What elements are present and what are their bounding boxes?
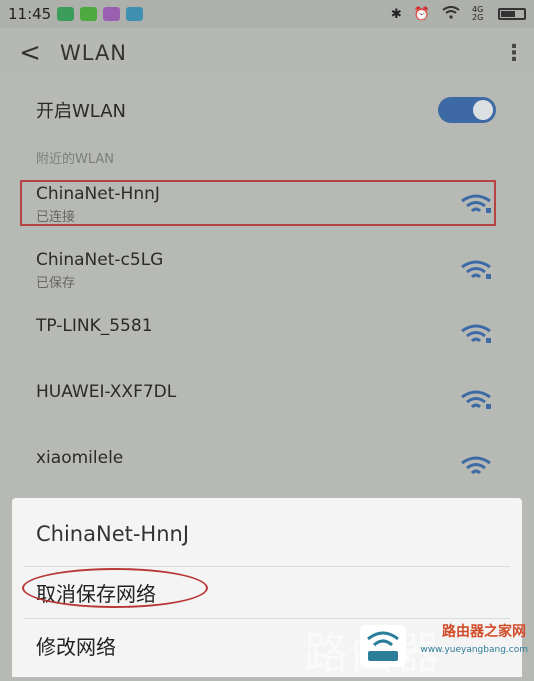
screenshot-icon bbox=[126, 7, 144, 21]
more-icon: ⋮ bbox=[503, 40, 525, 66]
page-title: WLAN bbox=[60, 41, 128, 65]
network-name: TP-LINK_5581 bbox=[36, 316, 153, 336]
browser-icon bbox=[103, 7, 121, 21]
nearby-wlan-header: 附近的WLAN bbox=[36, 152, 115, 167]
bluetooth-icon: ✱ bbox=[390, 6, 402, 22]
wlan-switch[interactable] bbox=[438, 97, 496, 123]
router-logo-icon bbox=[360, 625, 406, 667]
wifi-lock-icon bbox=[461, 390, 491, 409]
status-bar: 11:45 ✱ ⏰ 4G 2G bbox=[0, 0, 534, 28]
connected-highlight-box bbox=[20, 180, 496, 226]
annotation-oval bbox=[22, 568, 208, 608]
network-item[interactable]: ChinaNet-c5LG 已保存 bbox=[0, 246, 534, 310]
watermark: 路由器 路由器之家网 www.yueyangbang.com bbox=[284, 617, 534, 679]
wifi-icon bbox=[461, 456, 491, 475]
network-name: HUAWEI-XXF7DL bbox=[36, 382, 177, 402]
network-item[interactable]: HUAWEI-XXF7DL bbox=[0, 378, 534, 442]
network-status: 已保存 bbox=[36, 276, 76, 291]
message-icon bbox=[57, 7, 75, 21]
alarm-icon: ⏰ bbox=[413, 6, 430, 22]
signal-icon: 4G 2G bbox=[472, 5, 484, 22]
wlan-toggle-label: 开启WLAN bbox=[36, 101, 127, 122]
more-options-button[interactable]: ⋮ bbox=[494, 41, 534, 66]
switch-knob bbox=[473, 100, 493, 120]
wifi-lock-icon bbox=[461, 260, 491, 279]
wlan-toggle-row[interactable]: 开启WLAN bbox=[0, 85, 534, 135]
divider bbox=[24, 566, 510, 567]
network-name: xiaomilele bbox=[36, 448, 124, 468]
back-icon: < bbox=[19, 38, 41, 68]
dialog-title: ChinaNet-HnnJ bbox=[36, 522, 190, 546]
app-bar: < WLAN ⋮ bbox=[0, 28, 534, 78]
wechat-icon bbox=[80, 7, 98, 21]
wifi-lock-icon bbox=[461, 324, 491, 343]
back-button[interactable]: < bbox=[0, 38, 60, 68]
watermark-site-name: 路由器之家网 bbox=[442, 624, 526, 640]
modify-network-option[interactable]: 修改网络 bbox=[36, 631, 116, 660]
watermark-url: www.yueyangbang.com bbox=[420, 645, 528, 655]
network-item[interactable]: TP-LINK_5581 bbox=[0, 312, 534, 376]
battery-icon bbox=[498, 8, 526, 20]
clock: 11:45 bbox=[8, 5, 52, 23]
network-name: ChinaNet-c5LG bbox=[36, 250, 164, 270]
wifi-icon bbox=[442, 5, 460, 23]
